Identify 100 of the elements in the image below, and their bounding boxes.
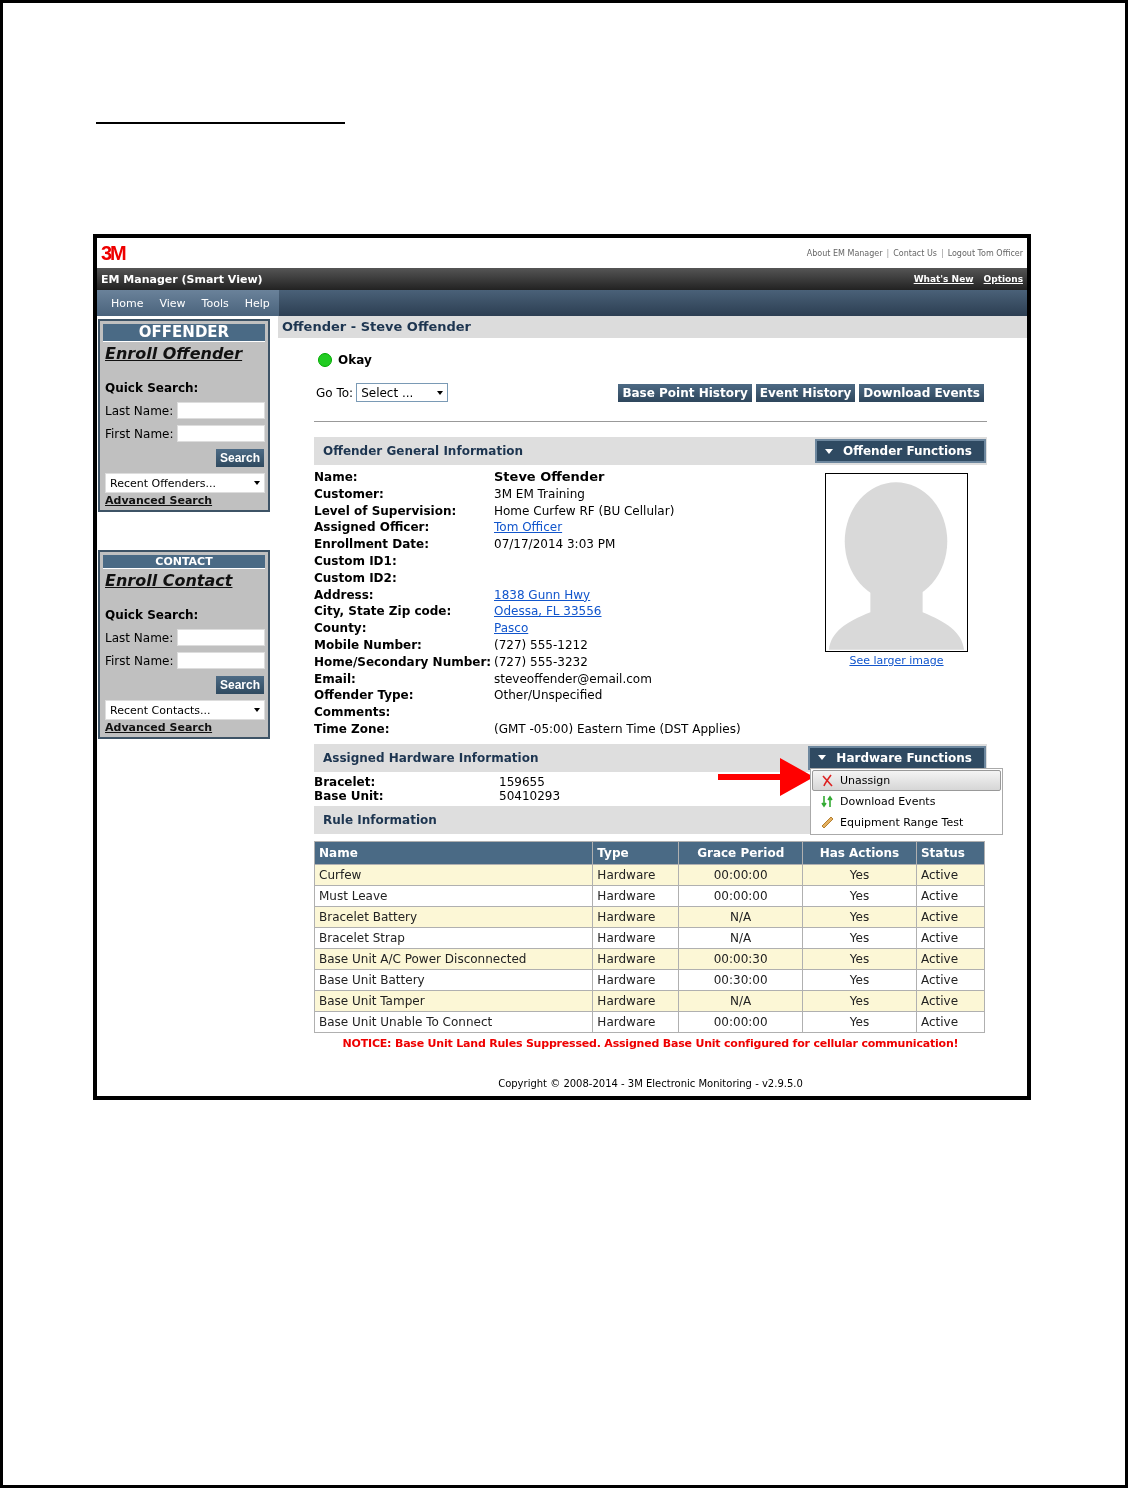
separator: | <box>940 248 944 258</box>
info-label: Assigned Officer: <box>314 519 431 537</box>
panel-title: OFFENDER <box>103 324 265 342</box>
input-field[interactable] <box>177 425 265 442</box>
page-title: Offender - Steve Offender <box>278 316 1027 338</box>
info-label: Custom ID2: <box>314 569 398 587</box>
cross-icon <box>821 774 834 787</box>
info-label: Time Zone: <box>314 720 391 738</box>
table-cell: Base Unit Unable To Connect <box>314 1011 593 1033</box>
recent-dropdown[interactable]: Recent Offenders... <box>105 473 265 493</box>
input-field[interactable] <box>177 652 265 669</box>
table-cell: 00:30:00 <box>678 969 803 991</box>
table-cell: 00:00:00 <box>678 1011 803 1033</box>
enroll-link[interactable]: Enroll Offender <box>105 344 243 363</box>
logo: 3M <box>101 241 125 265</box>
search-button[interactable]: Search <box>215 449 264 467</box>
recent-dropdown[interactable]: Recent Contacts... <box>105 700 265 720</box>
goto-dropdown[interactable]: Select ... <box>356 383 449 402</box>
info-label: Mobile Number: <box>314 636 423 654</box>
table-cell: Hardware <box>592 1011 679 1033</box>
action-button[interactable]: Base Point History <box>618 383 752 402</box>
info-link[interactable]: Tom Officer <box>494 519 741 537</box>
table-cell: 00:00:00 <box>678 885 803 907</box>
info-link[interactable]: Odessa, FL 33556 <box>494 603 741 621</box>
section-title: Rule Information <box>323 812 437 827</box>
copyright-text: Copyright © 2008-2014 - 3M Electronic Monitoring - v2.9.5.0 <box>497 1077 804 1089</box>
info-label: Base Unit: <box>314 788 385 803</box>
table-cell: Yes <box>802 1011 917 1033</box>
quick-search-label: Quick Search: <box>105 381 200 395</box>
menu-item[interactable]: Tools <box>193 290 237 316</box>
advanced-search-link[interactable]: Advanced Search <box>105 721 213 734</box>
table-cell: Base Unit Battery <box>314 969 593 991</box>
menu-item[interactable]: View <box>151 290 194 316</box>
info-label: Bracelet: <box>314 774 377 789</box>
table-cell: Hardware <box>592 927 679 949</box>
ruler-icon <box>821 816 834 829</box>
functions-button[interactable]: Hardware Functions <box>808 745 986 770</box>
menu-item[interactable]: Home <box>103 290 152 316</box>
info-value: Home Curfew RF (BU Cellular) <box>494 502 676 520</box>
info-label: Comments: <box>314 704 392 721</box>
status-label: Okay <box>338 353 372 367</box>
menu-item[interactable]: Equipment Range Test <box>812 812 1001 833</box>
table-cell: Hardware <box>592 885 679 907</box>
info-label: Address: <box>314 586 375 604</box>
info-value: (GMT -05:00) Eastern Time (DST Applies) <box>494 720 741 738</box>
info-value: 159655 <box>499 774 546 789</box>
menu-item[interactable]: Download Events <box>812 791 1001 812</box>
field-label: First Name: <box>105 653 174 668</box>
info-value: Steve Offender <box>494 469 606 486</box>
header-link[interactable]: Contact Us <box>893 248 937 258</box>
input-field[interactable] <box>177 629 265 646</box>
table-cell: Curfew <box>314 864 593 886</box>
table-cell: Active <box>916 969 985 991</box>
info-link[interactable]: Pasco <box>494 620 741 637</box>
see-larger-image-link[interactable]: See larger image <box>849 654 944 667</box>
info-label: Level of Supervision: <box>314 502 458 520</box>
app-title: EM Manager (Smart View) <box>101 272 263 286</box>
column-header: Type <box>592 841 679 865</box>
panel-title: CONTACT <box>103 555 265 569</box>
info-value: 3M EM Training <box>494 485 586 503</box>
field-label: Last Name: <box>105 630 174 645</box>
action-button[interactable]: Event History <box>755 383 856 402</box>
info-value: (727) 555-1212 <box>494 636 589 654</box>
table-cell: Yes <box>802 927 917 949</box>
info-label: City, State Zip code: <box>314 603 453 621</box>
input-field[interactable] <box>177 402 265 419</box>
table-cell: N/A <box>678 927 803 949</box>
bar-link[interactable]: What's New <box>913 274 974 284</box>
action-button[interactable]: Download Events <box>859 383 984 402</box>
column-header: Grace Period <box>678 841 803 865</box>
advanced-search-link[interactable]: Advanced Search <box>105 494 213 507</box>
menu-item[interactable]: Help <box>236 290 278 316</box>
menu-item[interactable]: Unassign <box>812 770 1001 791</box>
field-label: First Name: <box>105 426 174 441</box>
bar-link[interactable]: Options <box>983 274 1023 284</box>
column-header: Status <box>916 841 985 865</box>
table-cell: Base Unit Tamper <box>314 990 593 1012</box>
table-cell: Yes <box>802 969 917 991</box>
column-header: Name <box>314 841 593 865</box>
info-value: (727) 555-3232 <box>494 653 589 671</box>
header-link[interactable]: About EM Manager <box>806 248 883 258</box>
enroll-link[interactable]: Enroll Contact <box>105 571 233 590</box>
info-label: Offender Type: <box>314 687 415 705</box>
functions-button[interactable]: Offender Functions <box>815 439 986 463</box>
table-cell: Must Leave <box>314 885 593 907</box>
section-title: Offender General Information <box>323 444 524 458</box>
info-label: County: <box>314 620 368 637</box>
table-cell: Active <box>916 1011 985 1033</box>
field-label: Last Name: <box>105 403 174 418</box>
notice-text: NOTICE: Base Unit Land Rules Suppressed. Assigned Base Unit configured for cellular communication! <box>341 1036 960 1050</box>
section-title: Assigned Hardware Information <box>323 750 539 765</box>
info-link[interactable]: 1838 Gunn Hwy <box>494 586 741 604</box>
info-label: Name: <box>314 469 359 486</box>
table-cell: Bracelet Strap <box>314 927 593 949</box>
info-value: 07/17/2014 3:03 PM <box>494 536 617 553</box>
header-link[interactable]: Logout Tom Officer <box>947 248 1023 258</box>
search-button[interactable]: Search <box>215 676 264 694</box>
info-value: Other/Unspecified <box>494 687 604 705</box>
info-label: Custom ID1: <box>314 553 398 570</box>
info-label: Customer: <box>314 485 385 503</box>
